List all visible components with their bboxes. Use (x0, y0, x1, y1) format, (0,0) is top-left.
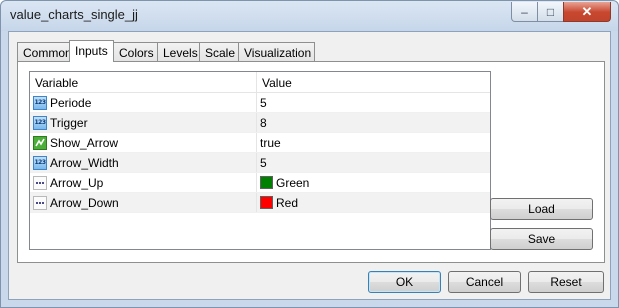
load-button[interactable]: Load (490, 198, 593, 220)
cancel-button[interactable]: Cancel (448, 271, 521, 293)
number-icon: 123 (33, 95, 47, 110)
close-icon: ✕ (581, 3, 593, 19)
tab-visualization[interactable]: Visualization (238, 42, 315, 62)
number-icon: 123 (33, 155, 47, 170)
window-title: value_charts_single_jj (10, 7, 138, 22)
table-row[interactable]: 123 Periode 5 (30, 93, 490, 113)
tab-label: Inputs (75, 44, 108, 58)
color-swatch (260, 176, 273, 189)
value-text: Green (276, 175, 310, 190)
value-cell[interactable]: 5 (257, 93, 267, 112)
inputs-table: Variable Value 123 Periode 5 123 Trigger… (29, 71, 491, 250)
tab-inputs[interactable]: Inputs (69, 40, 114, 62)
table-row[interactable]: Arrow_Down Red (30, 193, 490, 213)
variable-name: Show_Arrow (50, 135, 119, 150)
tab-scale[interactable]: Scale (199, 42, 239, 62)
variable-cell: Arrow_Down (30, 193, 257, 212)
value-cell[interactable]: Green (257, 173, 309, 192)
tab-levels[interactable]: Levels (157, 42, 200, 62)
variable-name: Arrow_Up (50, 175, 104, 190)
variable-name: Trigger (50, 115, 88, 130)
value-text: 5 (260, 95, 267, 110)
tab-label: Visualization (244, 46, 312, 60)
table-row[interactable]: Show_Arrow true (30, 133, 490, 153)
table-row[interactable]: Arrow_Up Green (30, 173, 490, 193)
dialog-window: value_charts_single_jj – □ ✕ Common Inpu… (0, 0, 619, 308)
number-icon: 123 (33, 115, 47, 130)
inputs-panel: Variable Value 123 Periode 5 123 Trigger… (17, 61, 605, 263)
value-text: Red (276, 195, 299, 210)
tab-label: Scale (205, 46, 236, 60)
enum-icon (33, 195, 47, 210)
variable-cell: Show_Arrow (30, 133, 257, 152)
variable-name: Periode (50, 95, 92, 110)
value-text: 5 (260, 155, 267, 170)
table-row[interactable]: 123 Trigger 8 (30, 113, 490, 133)
variable-cell: Arrow_Up (30, 173, 257, 192)
dialog-body: Common Inputs Colors Levels Scale Visual… (8, 31, 611, 300)
color-swatch (260, 196, 273, 209)
tab-common[interactable]: Common (17, 42, 72, 62)
value-cell[interactable]: 5 (257, 153, 267, 172)
value-text: true (260, 135, 281, 150)
value-cell[interactable]: Red (257, 193, 298, 212)
reset-button[interactable]: Reset (528, 271, 604, 293)
save-button[interactable]: Save (490, 228, 593, 250)
value-text: 8 (260, 115, 267, 130)
minimize-button[interactable]: – (511, 2, 538, 22)
boolean-icon (33, 135, 47, 150)
minimize-icon: – (521, 4, 528, 19)
tab-label: Common (23, 46, 72, 60)
column-header-variable[interactable]: Variable (30, 72, 257, 92)
value-cell[interactable]: true (257, 133, 281, 152)
enum-icon (33, 175, 47, 190)
maximize-button[interactable]: □ (537, 2, 564, 22)
table-header: Variable Value (30, 72, 490, 93)
variable-cell: 123 Trigger (30, 113, 257, 132)
close-button[interactable]: ✕ (563, 2, 611, 22)
ok-button[interactable]: OK (368, 271, 441, 293)
variable-cell: 123 Periode (30, 93, 257, 112)
value-cell[interactable]: 8 (257, 113, 267, 132)
title-bar[interactable]: value_charts_single_jj – □ ✕ (1, 1, 618, 31)
tab-label: Colors (119, 46, 154, 60)
maximize-icon: □ (546, 4, 555, 19)
variable-name: Arrow_Down (50, 195, 119, 210)
variable-name: Arrow_Width (50, 155, 119, 170)
table-row[interactable]: 123 Arrow_Width 5 (30, 153, 490, 173)
variable-cell: 123 Arrow_Width (30, 153, 257, 172)
tab-label: Levels (163, 46, 198, 60)
column-header-value[interactable]: Value (257, 72, 292, 92)
tab-colors[interactable]: Colors (113, 42, 158, 62)
